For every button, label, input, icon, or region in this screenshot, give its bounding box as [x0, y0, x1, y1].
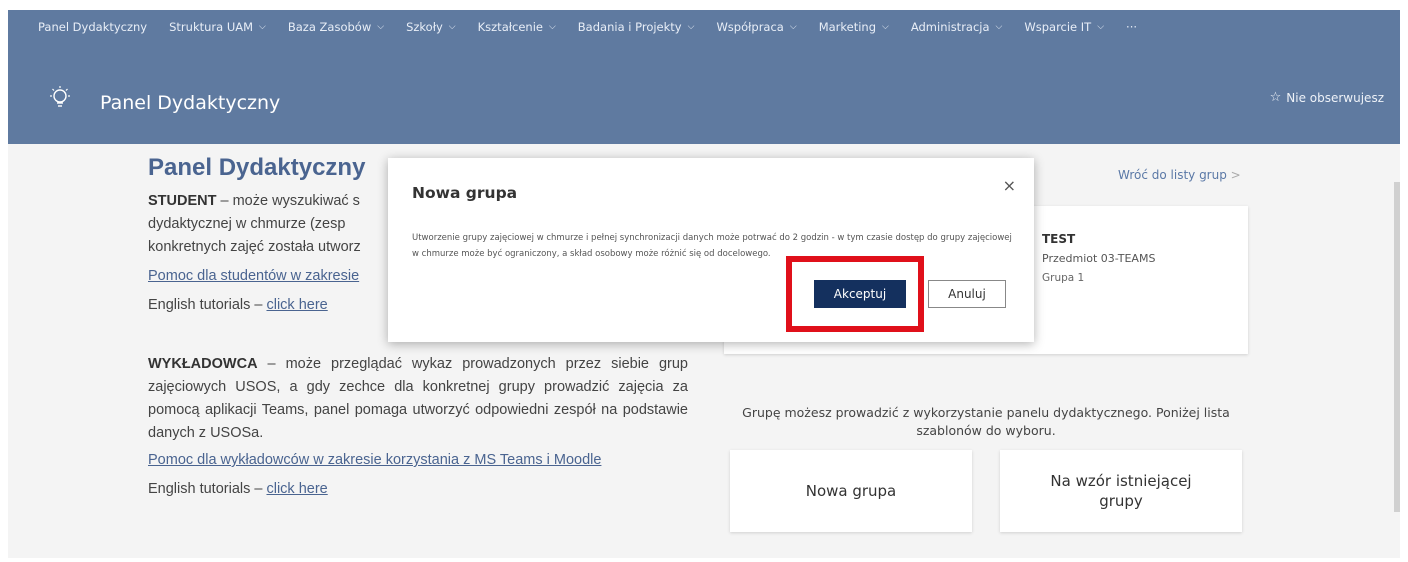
close-icon[interactable]: ×: [1003, 176, 1016, 195]
nav-item-label: Szkoły: [406, 20, 443, 34]
group-title: TEST: [1042, 232, 1076, 246]
dialog-title: Nowa grupa: [412, 184, 518, 202]
annotation-highlight-box: [786, 256, 924, 332]
nav-item-wsparcie-it[interactable]: Wsparcie IT ⌵: [1024, 20, 1104, 34]
site-title[interactable]: Panel Dydaktyczny: [100, 92, 280, 114]
back-link-label: Wróć do listy grup: [1118, 168, 1227, 182]
site-header: Panel Dydaktyczny ☆ Nie obserwujesz: [8, 44, 1400, 144]
scrollbar[interactable]: [1394, 182, 1400, 512]
lightbulb-icon: [50, 86, 70, 107]
lecturer-english-link[interactable]: click here: [266, 481, 327, 497]
chevron-down-icon: ⌵: [548, 22, 556, 32]
english-prefix: English tutorials –: [148, 297, 267, 313]
follow-button[interactable]: ☆ Nie obserwujesz: [1270, 90, 1384, 105]
chevron-right-icon: >: [1230, 168, 1241, 182]
copy-existing-group-tile[interactable]: Na wzór istniejącej grupy: [1000, 450, 1242, 532]
chevron-down-icon: ⌵: [882, 22, 889, 32]
chevron-down-icon: ⌵: [259, 22, 266, 32]
student-english-link[interactable]: click here: [266, 297, 327, 313]
top-navigation: Panel Dydaktyczny Struktura UAM ⌵ Baza Za…: [8, 10, 1400, 44]
lecturer-english-tutorials: English tutorials – click here: [148, 478, 688, 501]
chevron-down-icon: ⌵: [995, 22, 1003, 32]
new-group-tile[interactable]: Nowa grupa: [730, 450, 972, 532]
nav-item-szkoly[interactable]: Szkoły ⌵: [406, 20, 456, 34]
nav-item-administracja[interactable]: Administracja ⌵: [911, 20, 1003, 34]
follow-label: Nie obserwujesz: [1286, 90, 1384, 105]
nav-item-marketing[interactable]: Marketing ⌵: [819, 20, 889, 34]
student-role: STUDENT: [148, 193, 217, 209]
nav-item-wspolpraca[interactable]: Współpraca ⌵: [716, 20, 796, 34]
student-text-line2: dydaktycznej w chmurze (zesp: [148, 216, 346, 232]
nav-item-struktura-uam[interactable]: Struktura UAM ⌵: [169, 20, 266, 34]
page: Panel Dydaktyczny Struktura UAM ⌵ Baza Za…: [8, 10, 1400, 558]
template-info-text: Grupę możesz prowadzić z wykorzystanie p…: [742, 405, 1230, 438]
nav-more-button[interactable]: ···: [1126, 20, 1137, 34]
nav-item-label: Marketing: [818, 20, 877, 34]
group-number: Grupa 1: [1042, 272, 1085, 284]
lecturer-help-link[interactable]: Pomoc dla wykładowców w zakresie korzyst…: [148, 452, 601, 468]
new-group-dialog: Nowa grupa × Utworzenie grupy zajęciowej…: [388, 158, 1034, 342]
more-icon: ···: [1126, 20, 1138, 34]
nav-item-label: Panel Dydaktyczny: [38, 20, 148, 34]
lecturer-description: WYKŁADOWCA – może przeglądać wykaz prowa…: [148, 353, 688, 445]
student-text: – może wyszukiwać s: [216, 193, 360, 209]
cancel-button[interactable]: Anuluj: [928, 280, 1006, 308]
nav-item-label: Baza Zasobów: [287, 20, 372, 34]
group-subject: Przedmiot 03-TEAMS: [1042, 252, 1156, 265]
chevron-down-icon: ⌵: [1097, 22, 1105, 32]
nav-item-panel-dydaktyczny[interactable]: Panel Dydaktyczny: [38, 20, 147, 34]
nav-item-label: Badania i Projekty: [577, 20, 682, 34]
english-prefix: English tutorials –: [148, 481, 267, 497]
back-to-groups-link[interactable]: Wróć do listy grup >: [1118, 168, 1241, 182]
student-text-line3: konkretnych zajęć została utworz: [148, 239, 361, 255]
nav-item-badania-i-projekty[interactable]: Badania i Projekty ⌵: [578, 20, 695, 34]
nav-item-label: Struktura UAM: [169, 20, 254, 34]
chevron-down-icon: ⌵: [687, 22, 695, 32]
star-icon: ☆: [1269, 90, 1282, 105]
chevron-down-icon: ⌵: [448, 22, 456, 32]
student-help-link[interactable]: Pomoc dla studentów w zakresie: [148, 268, 359, 284]
nav-item-ksztalcenie[interactable]: Kształcenie ⌵: [478, 20, 556, 34]
chevron-down-icon: ⌵: [377, 22, 385, 32]
chevron-down-icon: ⌵: [789, 22, 797, 32]
nav-item-label: Wsparcie IT: [1024, 20, 1092, 34]
nav-item-label: Kształcenie: [477, 20, 543, 34]
lecturer-role: WYKŁADOWCA: [148, 356, 258, 372]
nav-item-label: Współpraca: [716, 20, 784, 34]
nav-item-baza-zasobow[interactable]: Baza Zasobów ⌵: [288, 20, 384, 34]
nav-item-label: Administracja: [910, 20, 990, 34]
